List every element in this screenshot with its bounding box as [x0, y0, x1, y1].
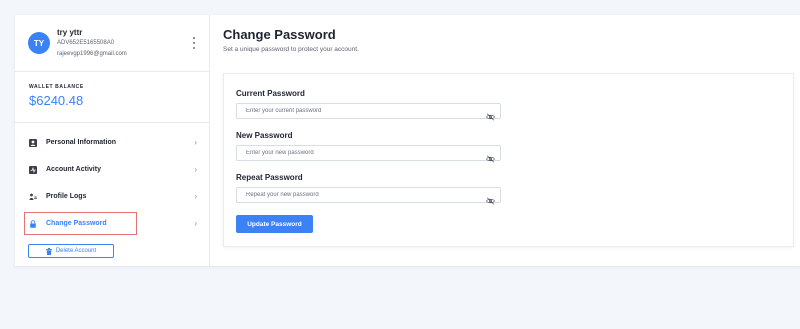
profile-account-id: ADV652E5165508A0	[57, 40, 115, 46]
new-password-field-wrapper	[236, 145, 501, 163]
trash-icon	[45, 242, 52, 260]
logs-icon	[29, 193, 37, 201]
page-title: Change Password	[223, 27, 336, 42]
update-password-button[interactable]: Update Password	[236, 215, 313, 233]
chevron-right-icon: ›	[194, 165, 197, 174]
repeat-password-input[interactable]	[237, 188, 500, 202]
avatar: TY	[28, 32, 50, 54]
sidebar-item-label: Personal Information	[46, 139, 117, 146]
eye-off-icon[interactable]	[486, 108, 495, 121]
delete-account-button[interactable]: Delete Account	[28, 244, 114, 258]
sidebar-item-label: Profile Logs	[46, 193, 87, 200]
current-password-input[interactable]	[237, 104, 500, 118]
sidebar-item-label: Account Activity	[46, 166, 101, 173]
repeat-password-label: Repeat Password	[236, 173, 303, 182]
wallet-balance-value: $6240.48	[29, 93, 84, 108]
user-icon	[29, 138, 37, 147]
chevron-right-icon: ›	[194, 219, 197, 228]
sidebar-item-profile-logs[interactable]: Profile Logs ›	[15, 183, 210, 210]
current-password-label: Current Password	[236, 89, 305, 98]
eye-off-icon[interactable]	[486, 150, 495, 163]
repeat-password-field-wrapper	[236, 187, 501, 205]
profile-card: TY try yttr ADV652E5165508A0 rajeevgp199…	[15, 15, 209, 72]
change-password-form: Current Password New Password Repeat Pas…	[223, 73, 794, 247]
eye-off-icon[interactable]	[486, 192, 495, 205]
wallet-balance-panel: WALLET BALANCE $6240.48	[15, 72, 209, 123]
chevron-right-icon: ›	[194, 138, 197, 147]
main-content: Change Password Set a unique password to…	[210, 15, 800, 266]
app-window: TY try yttr ADV652E5165508A0 rajeevgp199…	[15, 15, 800, 266]
profile-email: rajeevgp1996@gmail.com	[57, 51, 127, 57]
sidebar-menu: Personal Information › Account Activity …	[15, 129, 210, 237]
sidebar-item-change-password[interactable]: Change Password ›	[15, 210, 210, 237]
sidebar: TY try yttr ADV652E5165508A0 rajeevgp199…	[15, 15, 210, 266]
profile-name: try yttr	[57, 28, 83, 37]
sidebar-item-account-activity[interactable]: Account Activity ›	[15, 156, 210, 183]
new-password-input[interactable]	[237, 146, 500, 160]
wallet-balance-label: WALLET BALANCE	[29, 84, 84, 90]
current-password-field-wrapper	[236, 103, 501, 121]
sidebar-item-personal-information[interactable]: Personal Information ›	[15, 129, 210, 156]
page-subtitle: Set a unique password to protect your ac…	[223, 46, 359, 53]
activity-icon	[29, 165, 37, 174]
more-options-icon[interactable]	[193, 37, 196, 49]
new-password-label: New Password	[236, 131, 293, 140]
active-item-highlight	[24, 212, 137, 235]
chevron-right-icon: ›	[194, 192, 197, 201]
delete-account-label: Delete Account	[55, 248, 97, 254]
